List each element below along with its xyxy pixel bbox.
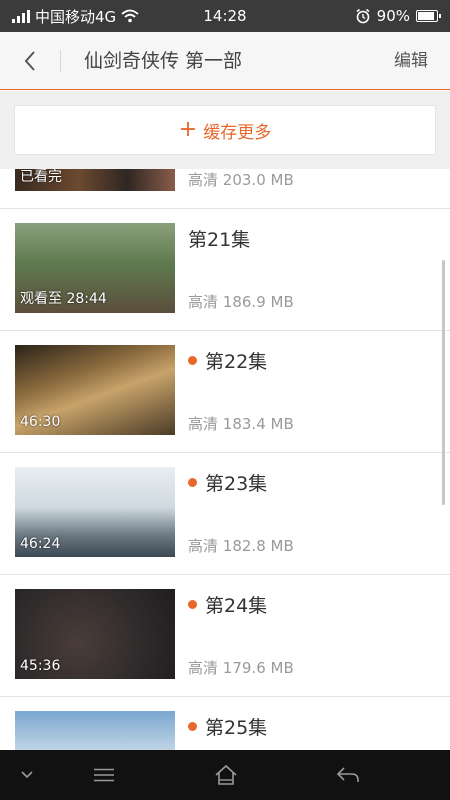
- episode-title-text: 第24集: [205, 595, 268, 617]
- duration: 45:36: [20, 658, 61, 674]
- episode-title-text: 第23集: [205, 473, 268, 495]
- header-divider: [60, 50, 61, 72]
- scrollbar[interactable]: [442, 260, 445, 505]
- episode-title: 第21集: [188, 225, 250, 252]
- back-button[interactable]: [14, 46, 46, 76]
- battery-icon: [416, 10, 441, 22]
- alarm-icon: [356, 8, 370, 24]
- quality-label: 高清: [188, 171, 219, 189]
- file-size: 179.6 MB: [222, 659, 294, 677]
- episode-title-text: 第25集: [205, 717, 268, 739]
- file-size: 183.4 MB: [222, 415, 294, 433]
- chevron-down-icon: [21, 771, 33, 779]
- nav-menu-button[interactable]: [74, 750, 134, 800]
- battery-percent: 90%: [376, 7, 410, 25]
- episode-row[interactable]: 已看完 高清 203.0 MB: [0, 169, 450, 209]
- episode-title: 第22集: [188, 347, 267, 374]
- cache-more-area: + 缓存更多: [0, 91, 450, 169]
- watch-progress: 观看至 28:44: [20, 291, 107, 307]
- file-size: 186.9 MB: [222, 293, 294, 311]
- edit-button[interactable]: 编辑: [394, 32, 428, 90]
- app-header: 仙剑奇侠传 第一部 编辑: [0, 32, 450, 90]
- file-size: 182.8 MB: [222, 537, 294, 555]
- system-nav-bar: [0, 750, 450, 800]
- quality-label: 高清: [188, 537, 219, 555]
- episode-meta: 高清 203.0 MB: [188, 169, 294, 190]
- episode-thumbnail: 46:24: [15, 467, 175, 557]
- nav-collapse-button[interactable]: [0, 750, 57, 800]
- cache-more-button[interactable]: + 缓存更多: [14, 105, 436, 155]
- status-right: 90%: [355, 0, 441, 32]
- cache-more-label: 缓存更多: [203, 122, 272, 143]
- new-indicator-dot: [188, 600, 197, 609]
- new-indicator-dot: [188, 478, 197, 487]
- episode-row[interactable]: 第25集: [0, 697, 450, 750]
- episode-meta: 高清 183.4 MB: [188, 413, 294, 434]
- chevron-left-icon: [24, 51, 35, 71]
- quality-label: 高清: [188, 659, 219, 677]
- duration: 46:24: [20, 536, 61, 552]
- episode-title: 第23集: [188, 469, 267, 496]
- file-size: 203.0 MB: [222, 171, 294, 189]
- back-arrow-icon: [336, 767, 359, 782]
- episode-thumbnail: 46:30: [15, 345, 175, 435]
- menu-icon: [94, 768, 114, 782]
- episode-meta: 高清 186.9 MB: [188, 291, 294, 312]
- home-icon: [215, 764, 237, 785]
- quality-label: 高清: [188, 293, 219, 311]
- new-indicator-dot: [188, 722, 197, 731]
- nav-back-button[interactable]: [318, 750, 378, 800]
- episode-list: 已看完 高清 203.0 MB 观看至 28:44 第21集 高清 186.9 …: [0, 169, 450, 750]
- nav-home-button[interactable]: [196, 750, 256, 800]
- episode-meta: 高清 179.6 MB: [188, 657, 294, 678]
- watch-status: 已看完: [20, 169, 62, 185]
- episode-thumbnail: 已看完: [15, 169, 175, 191]
- duration: 46:30: [20, 414, 61, 430]
- episode-meta: 高清 182.8 MB: [188, 535, 294, 556]
- episode-row[interactable]: 45:36 第24集 高清 179.6 MB: [0, 575, 450, 697]
- new-indicator-dot: [188, 356, 197, 365]
- page-title: 仙剑奇侠传 第一部: [84, 50, 243, 72]
- status-bar: 中国移动4G 14:28 90%: [0, 0, 450, 32]
- episode-title: 第24集: [188, 591, 267, 618]
- episode-title: 第25集: [188, 713, 267, 740]
- episode-row[interactable]: 观看至 28:44 第21集 高清 186.9 MB: [0, 209, 450, 331]
- quality-label: 高清: [188, 415, 219, 433]
- plus-icon: +: [178, 117, 198, 142]
- episode-thumbnail: [15, 711, 175, 750]
- episode-row[interactable]: 46:24 第23集 高清 182.8 MB: [0, 453, 450, 575]
- episode-thumbnail: 观看至 28:44: [15, 223, 175, 313]
- episode-title-text: 第22集: [205, 351, 268, 373]
- episode-thumbnail: 45:36: [15, 589, 175, 679]
- episode-row[interactable]: 46:30 第22集 高清 183.4 MB: [0, 331, 450, 453]
- episode-title-text: 第21集: [188, 229, 251, 251]
